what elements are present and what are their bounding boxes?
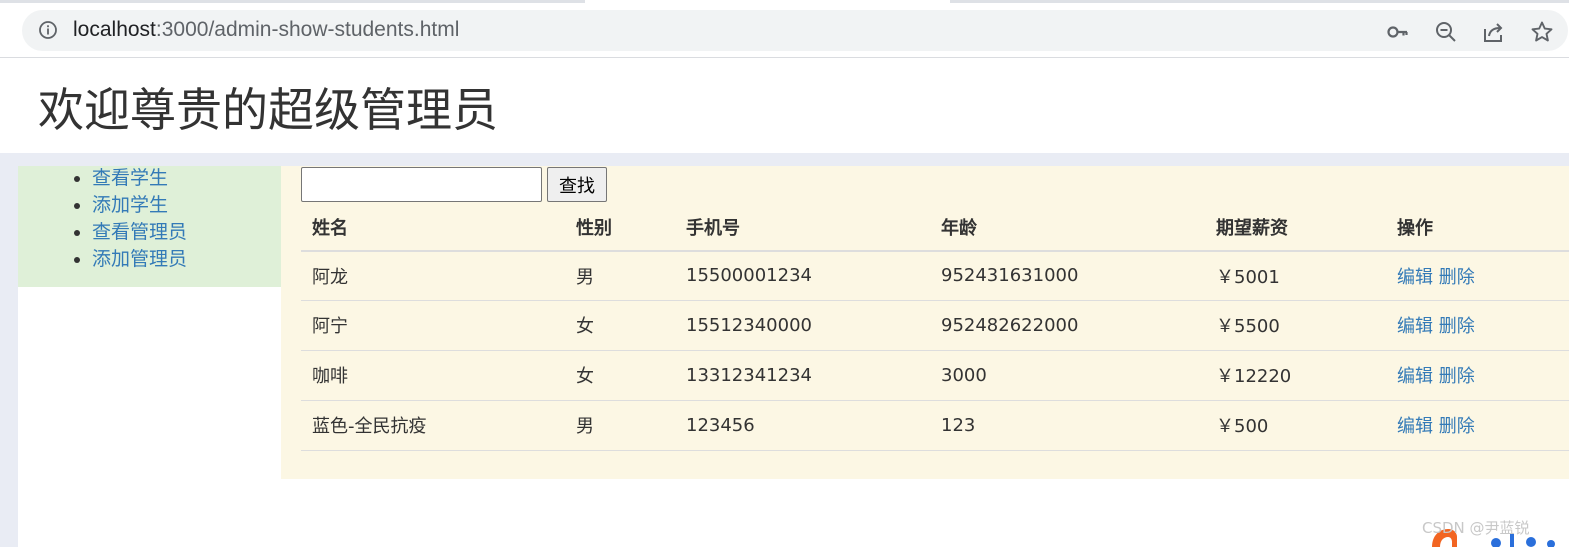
cell-name: 阿龙 bbox=[301, 250, 565, 301]
cell-name: 咖啡 bbox=[301, 349, 565, 401]
cell-phone: 13312341234 bbox=[675, 349, 930, 401]
sidebar-link-add-admin[interactable]: 添加管理员 bbox=[92, 247, 187, 272]
tab-strip-edge bbox=[0, 0, 585, 3]
sidebar-item-add-student: 添加学生 bbox=[18, 193, 278, 220]
cell-actions: 编辑 删除 bbox=[1386, 299, 1569, 351]
url-path: :3000/admin-show-students.html bbox=[155, 18, 460, 41]
tab-strip-edge bbox=[950, 0, 1569, 3]
cell-actions: 编辑 删除 bbox=[1386, 250, 1569, 301]
csdn-watermark: CSDN @尹蓝锐 bbox=[1422, 519, 1530, 537]
delete-link[interactable]: 删除 bbox=[1439, 267, 1475, 288]
search-input[interactable] bbox=[301, 167, 542, 202]
cell-gender: 男 bbox=[565, 399, 675, 451]
table-row: 蓝色-全民抗疫 男 123456 123 ￥500 编辑 删除 bbox=[301, 399, 1569, 451]
main-panel: 查找 姓名 性别 手机号 年龄 期望薪资 操作 阿龙 男 15500001234… bbox=[281, 166, 1569, 479]
page-title: 欢迎尊贵的超级管理员 bbox=[38, 83, 498, 137]
cell-salary: ￥5500 bbox=[1205, 299, 1386, 351]
sidebar-item-add-admin: 添加管理员 bbox=[18, 247, 278, 274]
cell-gender: 女 bbox=[565, 349, 675, 401]
cell-age: 123 bbox=[930, 399, 1205, 451]
edit-link[interactable]: 编辑 bbox=[1397, 366, 1433, 387]
url-text[interactable]: localhost:3000/admin-show-students.html bbox=[73, 19, 459, 41]
column-header-age: 年龄 bbox=[930, 204, 1205, 252]
share-icon[interactable] bbox=[1482, 20, 1506, 44]
column-header-gender: 性别 bbox=[565, 204, 675, 252]
cell-salary: ￥500 bbox=[1205, 399, 1386, 451]
bullet-icon bbox=[74, 203, 80, 209]
column-header-name: 姓名 bbox=[301, 204, 565, 252]
browser-toolbar: localhost:3000/admin-show-students.html bbox=[0, 0, 1569, 58]
bullet-icon bbox=[74, 176, 80, 182]
delete-link[interactable]: 删除 bbox=[1439, 416, 1475, 437]
table-row: 阿龙 男 15500001234 952431631000 ￥5001 编辑 删… bbox=[301, 250, 1569, 301]
cell-actions: 编辑 删除 bbox=[1386, 349, 1569, 401]
cell-phone: 123456 bbox=[675, 399, 930, 451]
sidebar: 查看学生 添加学生 查看管理员 添加管理员 bbox=[18, 166, 281, 287]
sidebar-link-view-admins[interactable]: 查看管理员 bbox=[92, 220, 187, 245]
column-header-salary: 期望薪资 bbox=[1205, 204, 1386, 252]
cell-gender: 女 bbox=[565, 299, 675, 351]
key-icon[interactable] bbox=[1386, 20, 1410, 44]
edit-link[interactable]: 编辑 bbox=[1397, 267, 1433, 288]
cell-name: 阿宁 bbox=[301, 299, 565, 351]
url-host: localhost bbox=[73, 18, 156, 41]
column-header-phone: 手机号 bbox=[675, 204, 930, 252]
table-row: 咖啡 女 13312341234 3000 ￥12220 编辑 删除 bbox=[301, 349, 1569, 401]
bullet-icon bbox=[74, 257, 80, 263]
table-row: 阿宁 女 15512340000 952482622000 ￥5500 编辑 删… bbox=[301, 299, 1569, 351]
table-header-row: 姓名 性别 手机号 年龄 期望薪资 操作 bbox=[301, 204, 1569, 252]
cell-age: 952431631000 bbox=[930, 250, 1205, 301]
cell-actions: 编辑 删除 bbox=[1386, 399, 1569, 451]
search-button[interactable]: 查找 bbox=[547, 167, 607, 202]
cell-salary: ￥5001 bbox=[1205, 250, 1386, 301]
cell-gender: 男 bbox=[565, 250, 675, 301]
cell-salary: ￥12220 bbox=[1205, 349, 1386, 401]
delete-link[interactable]: 删除 bbox=[1439, 316, 1475, 337]
cell-phone: 15500001234 bbox=[675, 250, 930, 301]
edit-link[interactable]: 编辑 bbox=[1397, 316, 1433, 337]
cell-name: 蓝色-全民抗疫 bbox=[301, 399, 565, 451]
sidebar-link-add-student[interactable]: 添加学生 bbox=[92, 193, 168, 218]
edit-link[interactable]: 编辑 bbox=[1397, 416, 1433, 437]
sidebar-item-view-students: 查看学生 bbox=[18, 166, 278, 193]
zoom-out-icon[interactable] bbox=[1434, 20, 1458, 44]
delete-link[interactable]: 删除 bbox=[1439, 366, 1475, 387]
sidebar-link-view-students[interactable]: 查看学生 bbox=[92, 166, 168, 191]
cell-phone: 15512340000 bbox=[675, 299, 930, 351]
cell-age: 3000 bbox=[930, 349, 1205, 401]
info-icon[interactable] bbox=[38, 20, 58, 40]
column-header-actions: 操作 bbox=[1386, 204, 1569, 252]
bookmark-star-icon[interactable] bbox=[1530, 20, 1554, 44]
bullet-icon bbox=[74, 230, 80, 236]
cell-age: 952482622000 bbox=[930, 299, 1205, 351]
sidebar-item-view-admins: 查看管理员 bbox=[18, 220, 278, 247]
address-bar[interactable]: localhost:3000/admin-show-students.html bbox=[22, 10, 1568, 51]
students-table: 姓名 性别 手机号 年龄 期望薪资 操作 阿龙 男 15500001234 95… bbox=[301, 204, 1569, 451]
